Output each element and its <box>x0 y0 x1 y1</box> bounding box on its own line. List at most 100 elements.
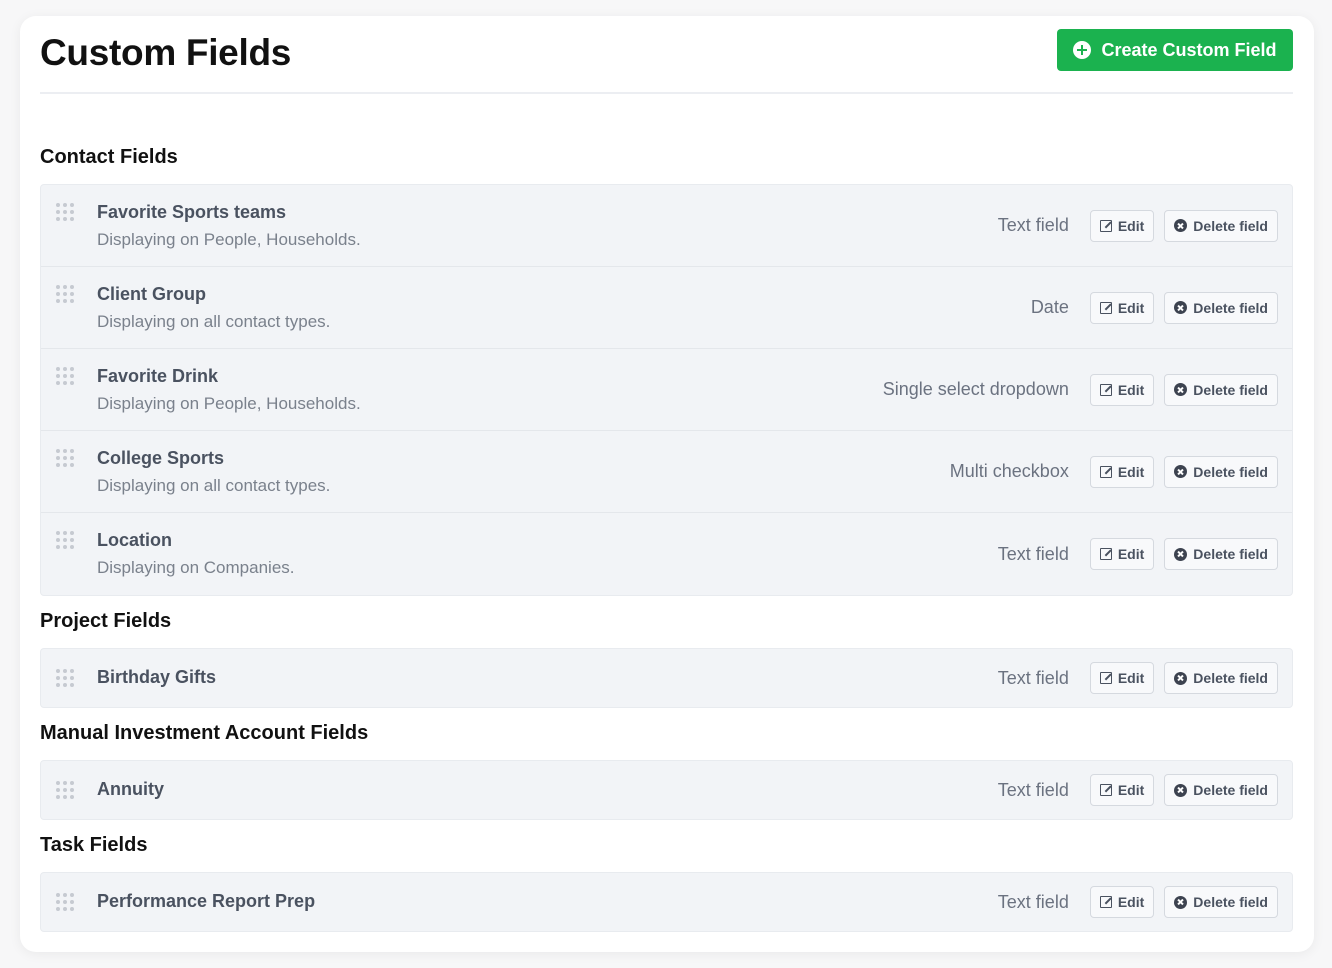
field-type: Single select dropdown <box>882 379 1069 399</box>
field-name: Location <box>97 530 172 550</box>
drag-handle-icon[interactable] <box>56 531 74 549</box>
edit-label: Edit <box>1117 381 1145 398</box>
drag-handle-icon[interactable] <box>56 367 74 385</box>
delete-field-button[interactable]: Delete field <box>1164 373 1278 406</box>
delete-label: Delete field <box>1193 381 1268 398</box>
edit-button[interactable]: Edit <box>1089 774 1155 806</box>
field-list: Birthday Gifts Text field Edit Delete fi… <box>40 648 1293 708</box>
field-actions: Multi checkbox Edit Delete field <box>950 431 1278 512</box>
edit-icon <box>1099 383 1112 396</box>
create-button-label: Create Custom Field <box>1101 39 1277 60</box>
edit-icon <box>1099 672 1112 684</box>
section-title: Project Fields <box>40 610 172 632</box>
delete-field-button[interactable]: Delete field <box>1164 662 1278 694</box>
field-row: Favorite Drink Displaying on People, Hou… <box>41 349 1292 431</box>
field-actions: Text field Edit Delete field <box>998 649 1278 707</box>
field-type: Date <box>1030 297 1069 317</box>
drag-handle-icon[interactable] <box>56 285 74 303</box>
drag-handle-icon[interactable] <box>56 669 74 687</box>
field-row: Performance Report Prep Text field Edit … <box>41 873 1292 931</box>
field-description: Displaying on Companies. <box>97 558 295 577</box>
edit-button[interactable]: Edit <box>1089 373 1155 406</box>
delete-field-button[interactable]: Delete field <box>1164 291 1278 324</box>
drag-handle-icon[interactable] <box>56 449 74 467</box>
field-list: Favorite Sports teams Displaying on Peop… <box>40 184 1293 596</box>
delete-field-button[interactable]: Delete field <box>1164 538 1278 570</box>
edit-label: Edit <box>1117 782 1145 798</box>
edit-icon <box>1099 784 1112 796</box>
x-circle-icon <box>1174 895 1188 909</box>
edit-label: Edit <box>1117 217 1145 234</box>
field-row: Favorite Sports teams Displaying on Peop… <box>41 185 1292 267</box>
edit-icon <box>1099 465 1112 478</box>
edit-button[interactable]: Edit <box>1089 209 1155 242</box>
section-title: Manual Investment Account Fields <box>40 722 369 744</box>
field-type: Multi checkbox <box>949 461 1069 481</box>
field-name: Client Group <box>97 284 206 304</box>
edit-button[interactable]: Edit <box>1089 886 1155 918</box>
field-name: College Sports <box>97 448 225 468</box>
delete-label: Delete field <box>1193 299 1268 316</box>
plus-circle-icon <box>1073 41 1092 59</box>
create-custom-field-button[interactable]: Create Custom Field <box>1057 29 1293 71</box>
field-actions: Text field Edit Delete field <box>998 761 1278 819</box>
edit-button[interactable]: Edit <box>1089 662 1155 694</box>
edit-button[interactable]: Edit <box>1089 291 1155 324</box>
edit-button[interactable]: Edit <box>1089 455 1155 488</box>
field-name: Favorite Drink <box>97 366 219 386</box>
delete-label: Delete field <box>1193 670 1268 686</box>
field-name: Performance Report Prep <box>97 891 316 911</box>
delete-field-button[interactable]: Delete field <box>1164 209 1278 242</box>
delete-field-button[interactable]: Delete field <box>1164 455 1278 488</box>
field-row: Location Displaying on Companies. Text f… <box>41 513 1292 595</box>
drag-handle-icon[interactable] <box>56 781 74 799</box>
field-row: Annuity Text field Edit Delete field <box>41 761 1292 819</box>
field-actions: Date Edit Delete field <box>1031 267 1278 348</box>
x-circle-icon <box>1174 383 1188 396</box>
delete-label: Delete field <box>1193 463 1268 480</box>
field-actions: Text field Edit Delete field <box>998 185 1278 266</box>
drag-handle-icon[interactable] <box>56 893 74 911</box>
delete-label: Delete field <box>1193 546 1268 562</box>
field-description: Displaying on all contact types. <box>97 312 331 331</box>
edit-icon <box>1099 896 1112 908</box>
field-actions: Single select dropdown Edit Delete field <box>883 349 1278 430</box>
field-type: Text field <box>997 667 1069 688</box>
x-circle-icon <box>1174 547 1188 561</box>
delete-field-button[interactable]: Delete field <box>1164 774 1278 806</box>
field-description: Displaying on all contact types. <box>97 476 331 495</box>
field-name: Annuity <box>97 779 164 799</box>
edit-label: Edit <box>1117 546 1145 562</box>
field-description: Displaying on People, Households. <box>97 230 361 249</box>
field-type: Text field <box>997 891 1069 912</box>
field-row: Client Group Displaying on all contact t… <box>41 267 1292 349</box>
section-title: Task Fields <box>40 834 148 856</box>
field-type: Text field <box>997 543 1069 564</box>
edit-label: Edit <box>1117 463 1145 480</box>
x-circle-icon <box>1174 219 1188 232</box>
field-name: Birthday Gifts <box>97 667 217 687</box>
x-circle-icon <box>1174 465 1188 478</box>
field-list: Annuity Text field Edit Delete field <box>40 760 1293 820</box>
field-actions: Text field Edit Delete field <box>998 873 1278 931</box>
edit-label: Edit <box>1117 299 1145 316</box>
drag-handle-icon[interactable] <box>56 203 74 221</box>
field-type: Text field <box>997 779 1069 800</box>
field-name: Favorite Sports teams <box>97 202 287 222</box>
delete-field-button[interactable]: Delete field <box>1164 886 1278 918</box>
page-header: Custom Fields Create Custom Field <box>40 16 1293 94</box>
custom-fields-card: Custom Fields Create Custom Field Contac… <box>20 16 1314 952</box>
field-list: Performance Report Prep Text field Edit … <box>40 872 1293 932</box>
edit-icon <box>1099 548 1112 560</box>
field-row: College Sports Displaying on all contact… <box>41 431 1292 513</box>
field-description: Displaying on People, Households. <box>97 394 361 413</box>
edit-button[interactable]: Edit <box>1089 538 1155 570</box>
delete-label: Delete field <box>1193 217 1268 234</box>
edit-label: Edit <box>1117 670 1145 686</box>
section-title: Contact Fields <box>40 146 178 168</box>
field-type: Text field <box>997 215 1069 235</box>
x-circle-icon <box>1174 783 1188 797</box>
field-actions: Text field Edit Delete field <box>998 513 1278 595</box>
edit-label: Edit <box>1117 894 1145 910</box>
page-title: Custom Fields <box>40 32 292 73</box>
